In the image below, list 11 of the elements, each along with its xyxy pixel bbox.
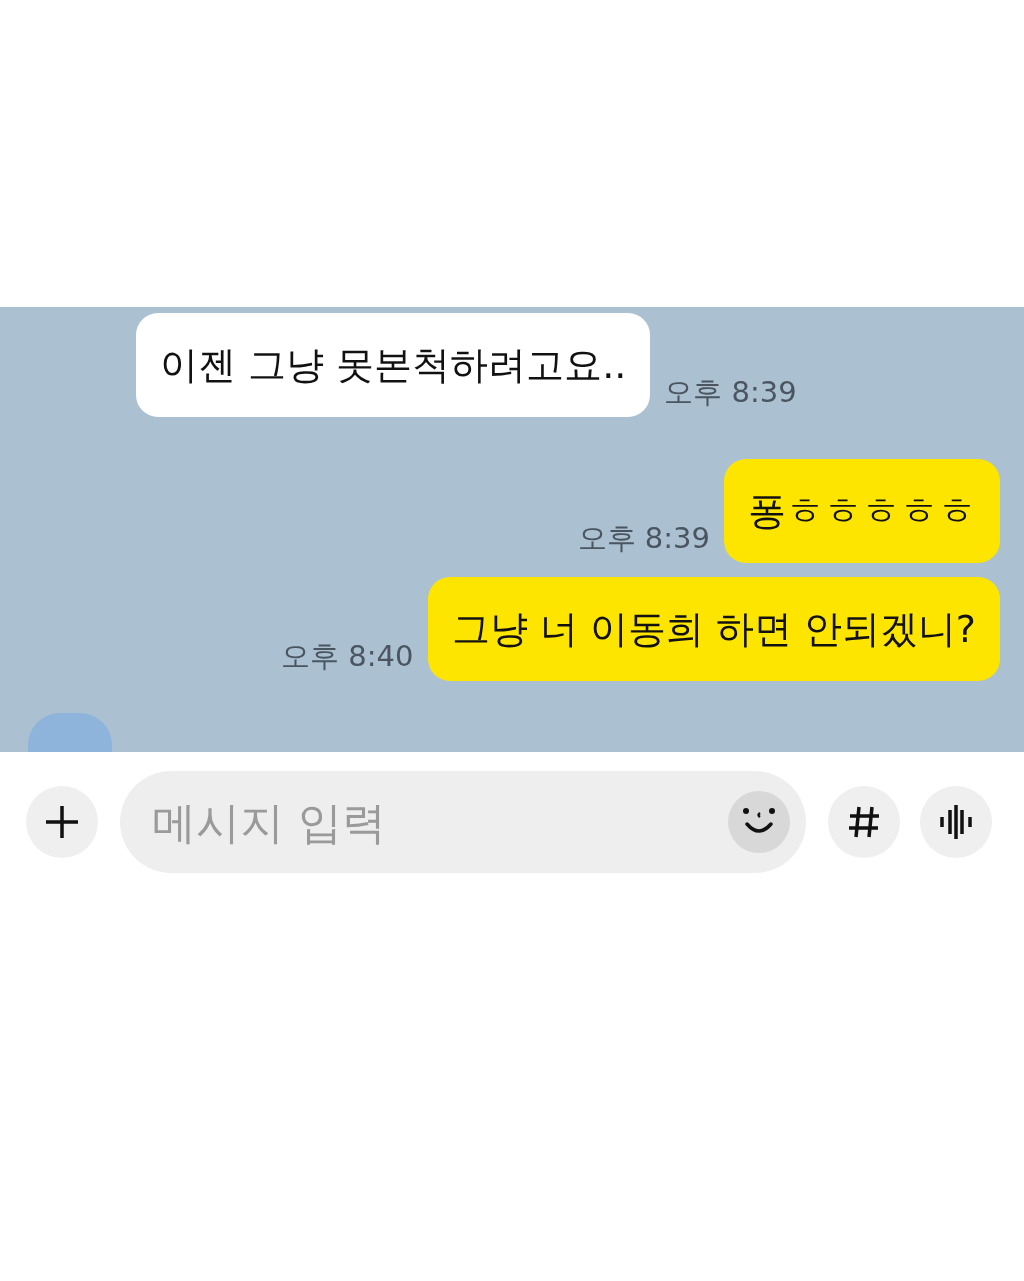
message-time: 오후 8:39 bbox=[577, 520, 710, 557]
sent-message-bubble: 퐁ㅎㅎㅎㅎㅎ bbox=[724, 459, 1000, 563]
message-time: 오후 8:40 bbox=[281, 638, 414, 675]
sent-message-bubble: 그냥 너 이동희 하면 안되겠니? bbox=[427, 577, 1000, 681]
message-input[interactable]: 메시지 입력 bbox=[150, 795, 728, 849]
message-time: 오후 8:39 bbox=[664, 374, 797, 411]
hash-icon bbox=[847, 805, 881, 839]
received-message-bubble: 이젠 그냥 못본척하려고요.. bbox=[136, 313, 651, 417]
waveform-icon bbox=[939, 804, 973, 840]
plus-icon bbox=[44, 804, 80, 840]
message-field[interactable]: 메시지 입력 bbox=[120, 771, 806, 873]
